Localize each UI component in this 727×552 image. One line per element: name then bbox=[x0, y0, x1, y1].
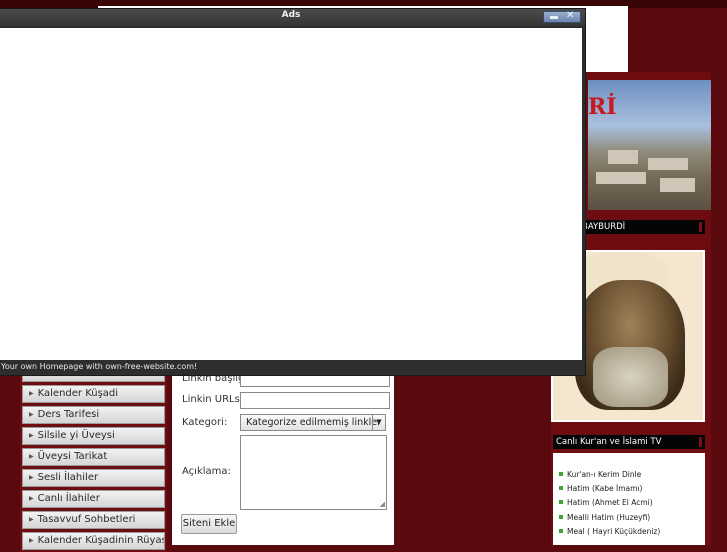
square-bullet-icon bbox=[559, 529, 563, 533]
triangle-right-icon: ▶ bbox=[29, 432, 34, 439]
header-photo: Rİ bbox=[588, 80, 711, 210]
left-nav: ▶Ahmed Baba Hazretleri ▶Kalender Küşadi … bbox=[20, 362, 167, 552]
square-bullet-icon bbox=[559, 472, 563, 476]
nav-item-kalender-kusadi[interactable]: ▶ Kalender Küşadi bbox=[22, 385, 165, 403]
ads-footer-link[interactable]: Your own Homepage with own-free-website.… bbox=[1, 362, 197, 371]
list-item[interactable]: Hatim (Ahmet El Acmi) bbox=[559, 498, 653, 507]
ads-window-title: Ads bbox=[281, 10, 301, 20]
nav-item-kalender-ruyasi[interactable]: ▶ Kalender Küşadinin Rüyası bbox=[22, 532, 165, 550]
square-bullet-icon bbox=[559, 515, 563, 519]
window-controls[interactable]: ✕ bbox=[543, 10, 581, 23]
nav-item-silsile[interactable]: ▶ Silsile yi Üveysi bbox=[22, 427, 165, 445]
category-select[interactable]: Kategorize edilmemiş linkler ▼ bbox=[240, 414, 386, 431]
minimize-icon[interactable] bbox=[550, 16, 558, 19]
tv-links-panel: Kur'an-ı Kerim Dinle Hatim (Kabe İmamı) … bbox=[553, 453, 705, 545]
square-bullet-icon bbox=[559, 486, 563, 490]
section-title-tv: Canlı Kur'an ve İslami TV bbox=[553, 435, 705, 449]
nav-item-tasavvuf-sohbetleri[interactable]: ▶ Tasavvuf Sohbetleri bbox=[22, 511, 165, 529]
description-label: Açıklama: bbox=[182, 466, 231, 477]
triangle-right-icon: ▶ bbox=[29, 516, 34, 523]
list-item[interactable]: Meal ( Hayri Küçükdeniz) bbox=[559, 527, 660, 536]
list-item[interactable]: Hatim (Kabe İmamı) bbox=[559, 484, 642, 493]
resize-grip-icon[interactable]: ◢ bbox=[380, 501, 385, 508]
link-url-input[interactable] bbox=[240, 392, 390, 409]
triangle-right-icon: ▶ bbox=[29, 390, 34, 397]
list-item[interactable]: Mealli Hatim (Huzeyfi) bbox=[559, 513, 650, 522]
ads-titlebar[interactable]: Ads ✕ bbox=[0, 9, 585, 26]
site-logo-text: Rİ bbox=[588, 94, 617, 120]
ads-window[interactable]: Ads ✕ Your own Homepage with own-free-we… bbox=[0, 8, 586, 376]
square-bullet-icon bbox=[559, 500, 563, 504]
link-submit-form: Linkin başlığı: Linkin URLsi: Kategori: … bbox=[172, 362, 394, 545]
chevron-down-icon[interactable]: ▼ bbox=[372, 415, 385, 430]
close-icon[interactable]: ✕ bbox=[566, 10, 574, 21]
triangle-right-icon: ▶ bbox=[29, 411, 34, 418]
nav-item-uveysi-tarikat[interactable]: ▶ Üveysi Tarikat bbox=[22, 448, 165, 466]
add-site-button[interactable]: Siteni Ekle bbox=[181, 514, 237, 534]
nav-item-ders-tarifesi[interactable]: ▶ Ders Tarifesi bbox=[22, 406, 165, 424]
ads-content bbox=[0, 28, 582, 360]
category-selected-value: Kategorize edilmemiş linkler bbox=[246, 417, 381, 428]
category-label: Kategori: bbox=[182, 417, 228, 428]
description-textarea[interactable]: ◢ bbox=[240, 435, 387, 510]
triangle-right-icon: ▶ bbox=[29, 474, 34, 481]
link-url-label: Linkin URLsi: bbox=[182, 394, 246, 405]
nav-item-canli-ilahiler[interactable]: ▶ Canlı İlahiler bbox=[22, 490, 165, 508]
list-item[interactable]: Kur'an-ı Kerim Dinle bbox=[559, 470, 641, 479]
triangle-right-icon: ▶ bbox=[29, 537, 34, 544]
triangle-right-icon: ▶ bbox=[29, 495, 34, 502]
triangle-right-icon: ▶ bbox=[29, 453, 34, 460]
nav-item-sesli-ilahiler[interactable]: ▶ Sesli İlahiler bbox=[22, 469, 165, 487]
